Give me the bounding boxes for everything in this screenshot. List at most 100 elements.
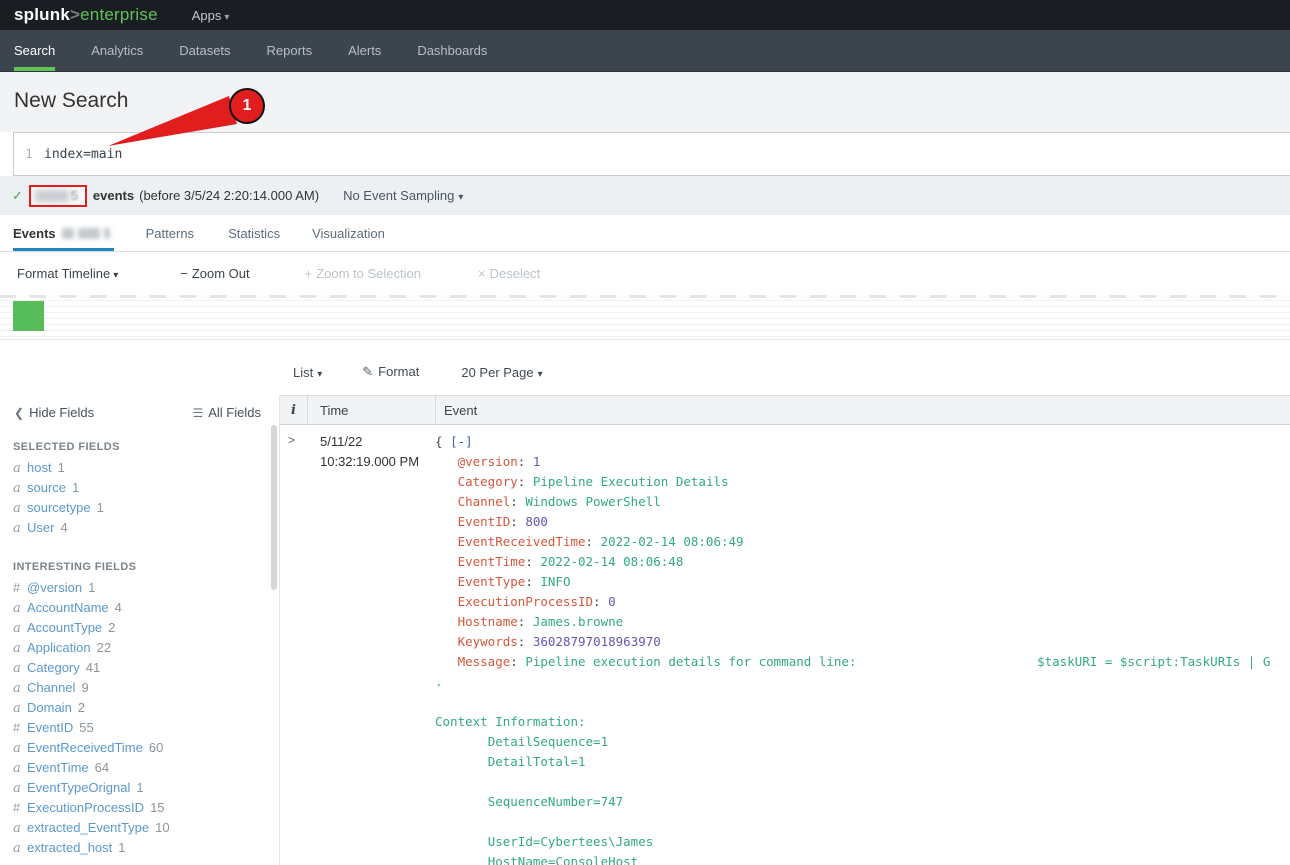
all-fields-button[interactable]: ☰All Fields (192, 405, 261, 425)
tab-patterns[interactable]: Patterns (146, 215, 194, 251)
field-item-EventReceivedTime[interactable]: aEventReceivedTime60 (13, 738, 259, 758)
json-text: HostName=ConsoleHost (488, 854, 639, 865)
search-query-input[interactable]: index=main (44, 147, 122, 162)
field-item-ExecutionProcessID[interactable]: #ExecutionProcessID15 (13, 798, 259, 818)
expand-event-icon[interactable]: > (288, 433, 295, 447)
field-value-count: 1 (136, 780, 143, 795)
nav-item-datasets[interactable]: Datasets (179, 30, 230, 71)
json-key: ExecutionProcessID (458, 594, 593, 609)
field-item-AccountName[interactable]: aAccountName 4 (13, 598, 259, 618)
tab-visualization[interactable]: Visualization (312, 215, 385, 251)
list-view-menu[interactable]: List▾ (293, 365, 322, 380)
field-item-User[interactable]: aUser4 (13, 518, 259, 538)
field-name[interactable]: User (27, 520, 54, 535)
json-text: : (510, 494, 525, 509)
list-icon: ☰ (192, 406, 203, 420)
field-type-string-icon: a (13, 839, 27, 859)
tab-events[interactable]: Events (13, 215, 114, 251)
field-item-Channel[interactable]: aChannel9 (13, 678, 259, 698)
zoom-out-button-label: Zoom Out (192, 266, 250, 281)
hide-fields-button[interactable]: ❮Hide Fields (14, 405, 94, 425)
field-item-Application[interactable]: aApplication22 (13, 638, 259, 658)
deselect-button-icon: × (478, 266, 486, 281)
event-sampling-menu[interactable]: No Event Sampling▾ (343, 188, 463, 203)
timeline-chart[interactable] (0, 295, 1290, 340)
json-key: Keywords (458, 634, 518, 649)
json-text: 800 (525, 514, 548, 529)
field-item-AccountType[interactable]: aAccountType2 (13, 618, 259, 638)
sidebar-scrollbar[interactable] (271, 425, 277, 590)
field-item-sourcetype[interactable]: asourcetype1 (13, 498, 259, 518)
field-name[interactable]: AccountName (27, 600, 109, 615)
nav-item-search[interactable]: Search (14, 30, 55, 71)
field-name[interactable]: EventID (27, 720, 73, 735)
field-name[interactable]: Channel (27, 680, 75, 695)
field-name[interactable]: extracted_host (27, 840, 112, 855)
json-collapse-toggle[interactable]: [-] (450, 434, 473, 449)
event-count-redaction: 5 (29, 185, 87, 207)
zoom-out-button-icon: − (180, 266, 188, 281)
field-name[interactable]: ExecutionProcessID (27, 800, 144, 815)
event-json-line (435, 812, 1290, 832)
zoom-out-button[interactable]: −Zoom Out (180, 266, 249, 281)
results-toolbar: List▾ ✎Format 20 Per Page▾ (280, 352, 1290, 392)
json-text (435, 754, 488, 769)
field-name[interactable]: source (27, 480, 66, 495)
field-name[interactable]: EventTime (27, 760, 89, 775)
field-item-Domain[interactable]: aDomain2 (13, 698, 259, 718)
nav-item-analytics[interactable]: Analytics (91, 30, 143, 71)
nav-item-dashboards[interactable]: Dashboards (417, 30, 487, 71)
field-item-host[interactable]: ahost1 (13, 458, 259, 478)
format-menu[interactable]: ✎Format (362, 364, 419, 380)
nav-item-reports[interactable]: Reports (267, 30, 313, 71)
field-value-count: 4 (60, 520, 67, 535)
timeline-controls: Format Timeline▾−Zoom Out+Zoom to Select… (0, 252, 1290, 295)
zoom-to-selection-button-icon: + (305, 266, 313, 281)
field-item-extracted_host[interactable]: aextracted_host1 (13, 838, 259, 858)
field-name[interactable]: EventTypeOrignal (27, 780, 130, 795)
field-name[interactable]: sourcetype (27, 500, 91, 515)
per-page-menu[interactable]: 20 Per Page▾ (461, 365, 542, 380)
json-text (435, 514, 458, 529)
field-type-number-icon: # (13, 578, 27, 598)
apps-menu[interactable]: Apps▾ (192, 8, 230, 23)
json-text: : (518, 454, 533, 469)
field-item-EventTypeOrignal[interactable]: aEventTypeOrignal1 (13, 778, 259, 798)
field-name[interactable]: Category (27, 660, 80, 675)
json-text (435, 574, 458, 589)
field-name[interactable]: extracted_EventType (27, 820, 149, 835)
field-item-extracted_EventType[interactable]: aextracted_EventType10 (13, 818, 259, 838)
json-text (435, 454, 458, 469)
field-name[interactable]: Application (27, 640, 91, 655)
field-item-EventID[interactable]: #EventID55 (13, 718, 259, 738)
json-key: EventTime (458, 554, 526, 569)
field-item-@version[interactable]: #@version1 (13, 578, 259, 598)
field-type-string-icon: a (13, 499, 27, 519)
json-text (435, 494, 458, 509)
field-type-string-icon: a (13, 599, 27, 619)
field-name[interactable]: AccountType (27, 620, 102, 635)
timeline-event-bar[interactable] (13, 301, 44, 331)
tab-count-redaction (62, 228, 110, 239)
nav-item-alerts[interactable]: Alerts (348, 30, 381, 71)
json-text: Pipeline Execution Details (533, 474, 729, 489)
json-key: @version (458, 454, 518, 469)
json-text: : (510, 654, 525, 669)
json-text: : (525, 554, 540, 569)
field-name[interactable]: EventReceivedTime (27, 740, 143, 755)
field-item-Category[interactable]: aCategory41 (13, 658, 259, 678)
tab-statistics[interactable]: Statistics (228, 215, 280, 251)
field-name[interactable]: host (27, 460, 52, 475)
json-text: : (586, 534, 601, 549)
field-item-source[interactable]: asource1 (13, 478, 259, 498)
event-json-line: Category: Pipeline Execution Details (435, 472, 1290, 492)
field-value-count: 4 (115, 600, 122, 615)
field-type-string-icon: a (13, 739, 27, 759)
field-name[interactable]: @version (27, 580, 82, 595)
field-item-EventTime[interactable]: aEventTime64 (13, 758, 259, 778)
format-timeline-menu[interactable]: Format Timeline▾ (17, 266, 118, 281)
deselect-button: ×Deselect (478, 266, 540, 281)
event-date: 5/11/22 (320, 432, 419, 452)
search-bar[interactable]: 1 index=main (13, 132, 1290, 176)
field-name[interactable]: Domain (27, 700, 72, 715)
